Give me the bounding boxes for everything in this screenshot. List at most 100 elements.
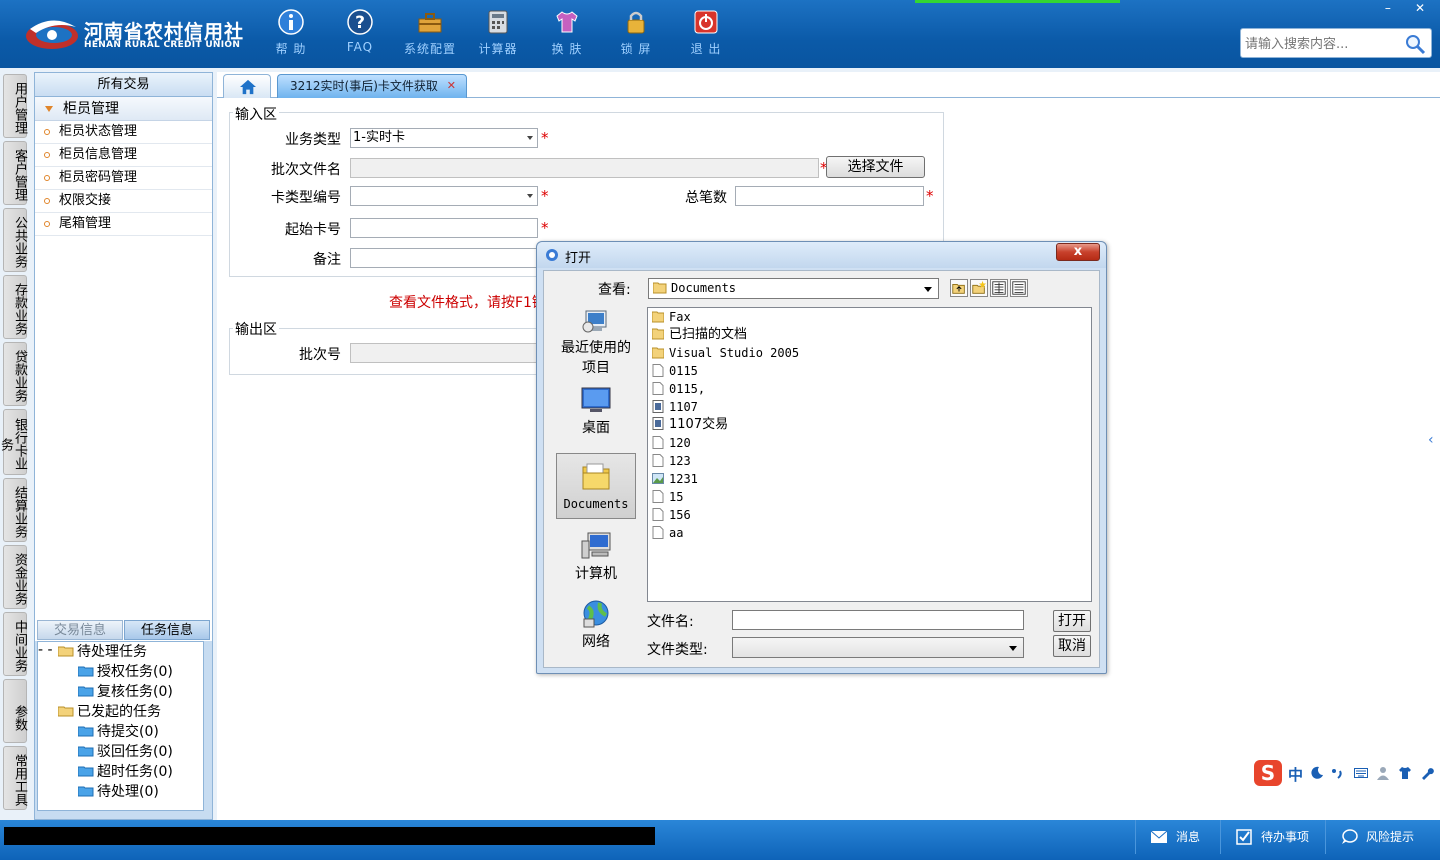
status-message-area bbox=[4, 827, 655, 845]
place-network[interactable]: 网络 bbox=[556, 599, 636, 665]
folder-icon bbox=[78, 666, 94, 677]
messages-button[interactable]: 消息 bbox=[1135, 820, 1220, 854]
file-row[interactable]: 156 bbox=[652, 506, 691, 524]
tab-task-info[interactable]: 任务信息 bbox=[124, 620, 210, 640]
collapse-toggle[interactable]: - bbox=[38, 642, 43, 658]
todo-button[interactable]: 待办事项 bbox=[1220, 820, 1325, 854]
messages-label: 消息 bbox=[1176, 830, 1201, 844]
file-row[interactable]: 0115 bbox=[652, 362, 698, 380]
dialog-titlebar[interactable]: 打开 x bbox=[537, 242, 1106, 268]
exit-button[interactable]: 退 出 bbox=[674, 8, 738, 62]
place-documents[interactable]: Documents bbox=[556, 453, 636, 519]
list-item-teller-status[interactable]: 柜员状态管理 bbox=[35, 121, 212, 144]
vtab-intermediary-business[interactable]: 中间业务 bbox=[3, 612, 27, 676]
file-row[interactable]: aa bbox=[652, 524, 683, 542]
keyboard-icon[interactable] bbox=[1354, 766, 1368, 780]
speech-bubble-icon bbox=[1342, 829, 1358, 844]
new-folder-button[interactable] bbox=[970, 279, 988, 297]
system-config-button[interactable]: 系统配置 bbox=[398, 8, 462, 62]
open-file-dialog: 打开 x 查看: Documents 最近使用的项目 桌面 Documents bbox=[536, 241, 1107, 674]
output-area-legend: 输出区 bbox=[233, 319, 279, 339]
open-button[interactable]: 打开 bbox=[1053, 610, 1091, 632]
tree-node-initiated[interactable]: 已发起的任务 bbox=[58, 702, 161, 722]
vtab-public-business[interactable]: 公共业务 bbox=[3, 208, 27, 272]
file-row-folder[interactable]: Fax bbox=[652, 308, 691, 326]
tab-transaction-info[interactable]: 交易信息 bbox=[37, 620, 123, 640]
collapse-right-arrow-icon[interactable]: ‹ bbox=[1428, 432, 1434, 448]
tree-node-timeout[interactable]: 超时任务(0) bbox=[78, 762, 173, 782]
list-item-permission-handover[interactable]: 权限交接 bbox=[35, 190, 212, 213]
card-type-select[interactable] bbox=[350, 186, 538, 206]
search-input[interactable] bbox=[1245, 35, 1405, 53]
lock-screen-button[interactable]: 锁 屏 bbox=[604, 8, 668, 62]
help-button[interactable]: 帮 助 bbox=[259, 8, 323, 62]
vtab-fund-business[interactable]: 资金业务 bbox=[3, 545, 27, 609]
tree-node-review[interactable]: 复核任务(0) bbox=[78, 682, 173, 702]
list-view-button[interactable] bbox=[990, 279, 1008, 297]
vtab-loan-business[interactable]: 贷款业务 bbox=[3, 342, 27, 406]
moon-icon[interactable] bbox=[1310, 766, 1324, 780]
list-item-tail-box[interactable]: 尾箱管理 bbox=[35, 213, 212, 236]
close-tab-icon[interactable]: ✕ bbox=[447, 75, 456, 97]
dialog-close-button[interactable]: x bbox=[1056, 243, 1100, 261]
up-folder-button[interactable] bbox=[950, 279, 968, 297]
punctuation-icon[interactable] bbox=[1330, 766, 1344, 780]
list-item-teller-password[interactable]: 柜员密码管理 bbox=[35, 167, 212, 190]
file-row[interactable]: 1107 bbox=[652, 398, 698, 416]
list-item-teller-info[interactable]: 柜员信息管理 bbox=[35, 144, 212, 167]
teller-management-group[interactable]: 柜员管理 bbox=[35, 97, 212, 121]
filetype-select[interactable] bbox=[732, 637, 1024, 658]
vtab-settlement-business[interactable]: 结算业务 bbox=[3, 478, 27, 542]
file-row[interactable]: 0115, bbox=[652, 380, 705, 398]
tree-node-pending[interactable]: 待处理任务 bbox=[58, 642, 147, 662]
place-desktop[interactable]: 桌面 bbox=[556, 385, 636, 451]
vtab-common-tools[interactable]: 常用工具 bbox=[3, 746, 27, 810]
calculator-button[interactable]: 计算器 bbox=[466, 8, 530, 62]
file-row-folder[interactable]: Visual Studio 2005 bbox=[652, 344, 799, 362]
start-card-field[interactable] bbox=[350, 218, 538, 238]
file-row[interactable]: 120 bbox=[652, 434, 691, 452]
search-icon[interactable] bbox=[1403, 32, 1427, 56]
choose-file-button[interactable]: 选择文件 bbox=[826, 156, 925, 178]
tab-home[interactable] bbox=[223, 74, 271, 98]
tab-card-file-retrieval[interactable]: 3212实时(事后)卡文件获取 ✕ bbox=[277, 74, 467, 98]
ime-logo[interactable]: S bbox=[1254, 760, 1282, 786]
file-row[interactable]: 15 bbox=[652, 488, 683, 506]
vtab-customer-management[interactable]: 客户管理 bbox=[3, 141, 27, 205]
tree-node-authorize[interactable]: 授权任务(0) bbox=[78, 662, 173, 682]
risk-alert-button[interactable]: 风险提示 bbox=[1325, 820, 1437, 854]
place-computer[interactable]: 计算机 bbox=[556, 531, 636, 597]
vtab-deposit-business[interactable]: 存款业务 bbox=[3, 275, 27, 339]
place-recent-items[interactable]: 最近使用的项目 bbox=[556, 305, 636, 376]
vtab-parameters[interactable]: 参数 bbox=[3, 679, 27, 743]
wrench-icon[interactable] bbox=[1420, 766, 1434, 780]
total-count-field[interactable] bbox=[735, 186, 924, 206]
tree-node-to-process[interactable]: 待处理(0) bbox=[78, 782, 159, 802]
file-row-folder[interactable]: 已扫描的文档 bbox=[652, 326, 747, 344]
minimize-button[interactable]: – bbox=[1374, 0, 1402, 18]
user-icon[interactable] bbox=[1376, 766, 1390, 780]
collapse-toggle[interactable]: - bbox=[48, 642, 53, 658]
details-view-button[interactable] bbox=[1010, 279, 1028, 297]
image-file-icon bbox=[652, 473, 664, 484]
cancel-button[interactable]: 取消 bbox=[1053, 635, 1091, 657]
business-type-select[interactable]: 1-实时卡 bbox=[350, 128, 538, 148]
tree-node-to-submit[interactable]: 待提交(0) bbox=[78, 722, 159, 742]
file-row[interactable]: 1231 bbox=[652, 470, 698, 488]
tree-node-rejected[interactable]: 驳回任务(0) bbox=[78, 742, 173, 762]
faq-button[interactable]: ? FAQ bbox=[328, 8, 392, 62]
filename-input[interactable] bbox=[732, 610, 1024, 630]
skin-icon[interactable] bbox=[1398, 766, 1412, 780]
ime-mode[interactable]: 中 bbox=[1288, 764, 1303, 785]
file-row[interactable]: 1107交易 bbox=[652, 416, 728, 434]
vtab-user-management[interactable]: 用户管理 bbox=[3, 74, 27, 138]
look-in-label: 查看: bbox=[598, 282, 631, 298]
file-row[interactable]: 123 bbox=[652, 452, 691, 470]
tree-node-label: 复核任务(0) bbox=[97, 684, 173, 700]
checkbox-icon bbox=[1236, 829, 1252, 845]
change-skin-button[interactable]: 换 肤 bbox=[535, 8, 599, 62]
close-window-button[interactable]: ✕ bbox=[1406, 0, 1434, 18]
batch-file-field[interactable] bbox=[350, 158, 819, 178]
vtab-bank-card-business[interactable]: 银行卡业务 bbox=[0, 409, 27, 475]
look-in-select[interactable]: Documents bbox=[648, 278, 939, 299]
